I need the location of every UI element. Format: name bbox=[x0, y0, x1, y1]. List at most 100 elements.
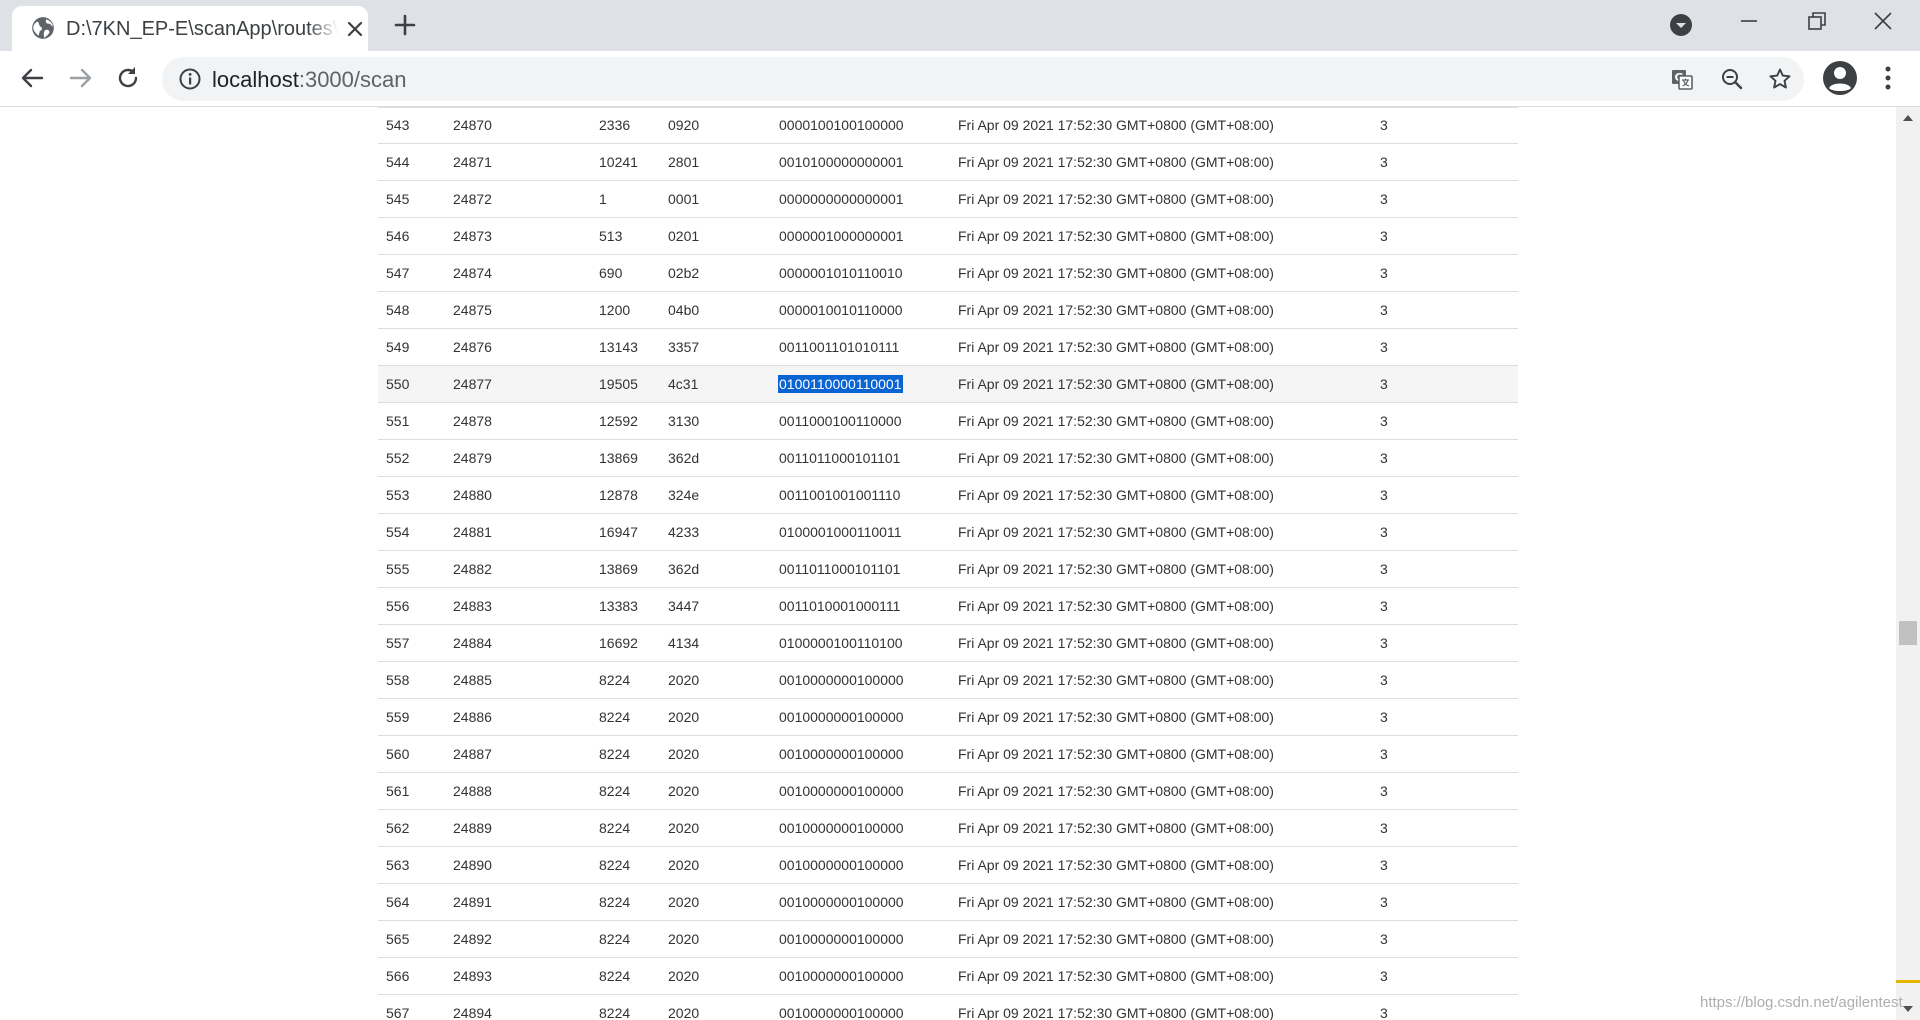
tab-search-icon[interactable] bbox=[1668, 12, 1694, 38]
scrollbar-find-marker bbox=[1896, 980, 1920, 983]
url-text[interactable]: localhost:3000/scan bbox=[212, 67, 406, 93]
back-arrow-icon[interactable] bbox=[18, 64, 46, 92]
table-row: 565 24892 8224 2020 0010000000100000 Fri Apr … bbox=[378, 920, 1518, 958]
cell-row-index: 549 bbox=[378, 328, 445, 366]
scroll-up-arrow-icon[interactable] bbox=[1902, 113, 1914, 123]
cell-scan-id: 24876 bbox=[445, 328, 591, 366]
table-row: 550 24877 19505 4c31 0100110000110001 Fri Apr… bbox=[378, 365, 1518, 403]
cell-decimal-value: 2336 bbox=[591, 107, 660, 144]
browser-tab[interactable]: D:\7KN_EP-E\scanApp\routes\ bbox=[12, 6, 368, 51]
scrollbar-thumb[interactable] bbox=[1899, 621, 1917, 645]
cell-hex-value: 2020 bbox=[660, 846, 771, 884]
minimize-icon[interactable] bbox=[1738, 10, 1760, 32]
cell-decimal-value: 16947 bbox=[591, 513, 660, 551]
cell-binary-value: 0000100100100000 bbox=[771, 107, 950, 144]
cell-row-index: 567 bbox=[378, 994, 445, 1020]
cell-decimal-value: 1 bbox=[591, 180, 660, 218]
zoom-out-icon[interactable] bbox=[1720, 67, 1744, 91]
bookmark-star-icon[interactable] bbox=[1768, 67, 1792, 91]
cell-timestamp: Fri Apr 09 2021 17:52:30 GMT+0800 (GMT+0… bbox=[950, 809, 1372, 847]
cell-hex-value: 2020 bbox=[660, 883, 771, 921]
cell-timestamp: Fri Apr 09 2021 17:52:30 GMT+0800 (GMT+0… bbox=[950, 587, 1372, 625]
cell-row-index: 563 bbox=[378, 846, 445, 884]
table-row: 557 24884 16692 4134 0100000100110100 Fri Apr… bbox=[378, 624, 1518, 662]
cell-scan-id: 24871 bbox=[445, 143, 591, 181]
cell-binary-value: 0010000000100000 bbox=[771, 735, 950, 773]
address-bar[interactable]: localhost:3000/scan G bbox=[162, 57, 1804, 101]
cell-binary-value: 0011001101010111 bbox=[771, 328, 950, 366]
vertical-scrollbar[interactable] bbox=[1896, 107, 1920, 1020]
scan-table: 543 24870 2336 0920 0000100100100000 Fri Apr … bbox=[378, 107, 1518, 1020]
cell-scan-id: 24879 bbox=[445, 439, 591, 477]
cell-scan-id: 24884 bbox=[445, 624, 591, 662]
table-row: 563 24890 8224 2020 0010000000100000 Fri Apr … bbox=[378, 846, 1518, 884]
cell-decimal-value: 12878 bbox=[591, 476, 660, 514]
cell-hex-value: 3447 bbox=[660, 587, 771, 625]
cell-row-index: 552 bbox=[378, 439, 445, 477]
cell-scan-id: 24878 bbox=[445, 402, 591, 440]
cell-scan-id: 24874 bbox=[445, 254, 591, 292]
cell-decimal-value: 8224 bbox=[591, 698, 660, 736]
cell-binary-value: 0011011000101101 bbox=[771, 550, 950, 588]
reload-icon[interactable] bbox=[114, 64, 142, 92]
close-tab-icon[interactable] bbox=[345, 19, 365, 39]
cell-timestamp: Fri Apr 09 2021 17:52:30 GMT+0800 (GMT+0… bbox=[950, 180, 1372, 218]
cell-count: 3 bbox=[1372, 513, 1518, 551]
cell-row-index: 547 bbox=[378, 254, 445, 292]
cell-binary-value: 0010000000100000 bbox=[771, 883, 950, 921]
cell-count: 3 bbox=[1372, 809, 1518, 847]
cell-decimal-value: 19505 bbox=[591, 365, 660, 403]
scroll-down-arrow-icon[interactable] bbox=[1902, 1004, 1914, 1014]
cell-scan-id: 24885 bbox=[445, 661, 591, 699]
cell-scan-id: 24886 bbox=[445, 698, 591, 736]
window-close-icon[interactable] bbox=[1872, 10, 1894, 32]
cell-hex-value: 324e bbox=[660, 476, 771, 514]
new-tab-icon[interactable] bbox=[392, 12, 418, 38]
page-content: 543 24870 2336 0920 0000100100100000 Fri Apr … bbox=[0, 107, 1896, 1020]
forward-arrow-icon[interactable] bbox=[67, 64, 95, 92]
cell-scan-id: 24893 bbox=[445, 957, 591, 995]
cell-decimal-value: 8224 bbox=[591, 661, 660, 699]
cell-count: 3 bbox=[1372, 365, 1518, 403]
info-icon[interactable] bbox=[178, 67, 202, 91]
cell-timestamp: Fri Apr 09 2021 17:52:30 GMT+0800 (GMT+0… bbox=[950, 550, 1372, 588]
cell-count: 3 bbox=[1372, 957, 1518, 995]
cell-row-index: 557 bbox=[378, 624, 445, 662]
cell-decimal-value: 16692 bbox=[591, 624, 660, 662]
table-row: 566 24893 8224 2020 0010000000100000 Fri Apr … bbox=[378, 957, 1518, 995]
cell-timestamp: Fri Apr 09 2021 17:52:30 GMT+0800 (GMT+0… bbox=[950, 846, 1372, 884]
restore-icon[interactable] bbox=[1806, 10, 1828, 32]
translate-icon[interactable]: G bbox=[1670, 67, 1694, 91]
table-row: 544 24871 10241 2801 0010100000000001 Fri Apr… bbox=[378, 143, 1518, 181]
cell-count: 3 bbox=[1372, 920, 1518, 958]
cell-decimal-value: 8224 bbox=[591, 957, 660, 995]
cell-binary-value: 0100000100110100 bbox=[771, 624, 950, 662]
cell-hex-value: 2020 bbox=[660, 957, 771, 995]
cell-binary-value: 0100110000110001 bbox=[771, 365, 950, 403]
watermark: https://blog.csdn.net/agilentest bbox=[1700, 994, 1903, 1011]
cell-timestamp: Fri Apr 09 2021 17:52:30 GMT+0800 (GMT+0… bbox=[950, 513, 1372, 551]
table-row: 551 24878 12592 3130 0011000100110000 Fri Apr… bbox=[378, 402, 1518, 440]
cell-decimal-value: 13869 bbox=[591, 439, 660, 477]
cell-decimal-value: 8224 bbox=[591, 846, 660, 884]
table-row: 547 24874 690 02b2 0000001010110010 Fri Apr 0… bbox=[378, 254, 1518, 292]
cell-row-index: 553 bbox=[378, 476, 445, 514]
table-row: 555 24882 13869 362d 0011011000101101 Fri Apr… bbox=[378, 550, 1518, 588]
table-row: 567 24894 8224 2020 0010000000100000 Fri Apr … bbox=[378, 994, 1518, 1020]
cell-timestamp: Fri Apr 09 2021 17:52:30 GMT+0800 (GMT+0… bbox=[950, 661, 1372, 699]
profile-avatar-icon[interactable] bbox=[1822, 60, 1858, 96]
more-menu-icon[interactable] bbox=[1876, 64, 1900, 92]
cell-timestamp: Fri Apr 09 2021 17:52:30 GMT+0800 (GMT+0… bbox=[950, 291, 1372, 329]
cell-scan-id: 24873 bbox=[445, 217, 591, 255]
cell-row-index: 545 bbox=[378, 180, 445, 218]
cell-timestamp: Fri Apr 09 2021 17:52:30 GMT+0800 (GMT+0… bbox=[950, 883, 1372, 921]
table-row: 559 24886 8224 2020 0010000000100000 Fri Apr … bbox=[378, 698, 1518, 736]
cell-hex-value: 2020 bbox=[660, 698, 771, 736]
table-row: 548 24875 1200 04b0 0000010010110000 Fri Apr … bbox=[378, 291, 1518, 329]
cell-count: 3 bbox=[1372, 217, 1518, 255]
cell-timestamp: Fri Apr 09 2021 17:52:30 GMT+0800 (GMT+0… bbox=[950, 365, 1372, 403]
cell-count: 3 bbox=[1372, 180, 1518, 218]
cell-timestamp: Fri Apr 09 2021 17:52:30 GMT+0800 (GMT+0… bbox=[950, 624, 1372, 662]
cell-timestamp: Fri Apr 09 2021 17:52:30 GMT+0800 (GMT+0… bbox=[950, 402, 1372, 440]
cell-count: 3 bbox=[1372, 476, 1518, 514]
